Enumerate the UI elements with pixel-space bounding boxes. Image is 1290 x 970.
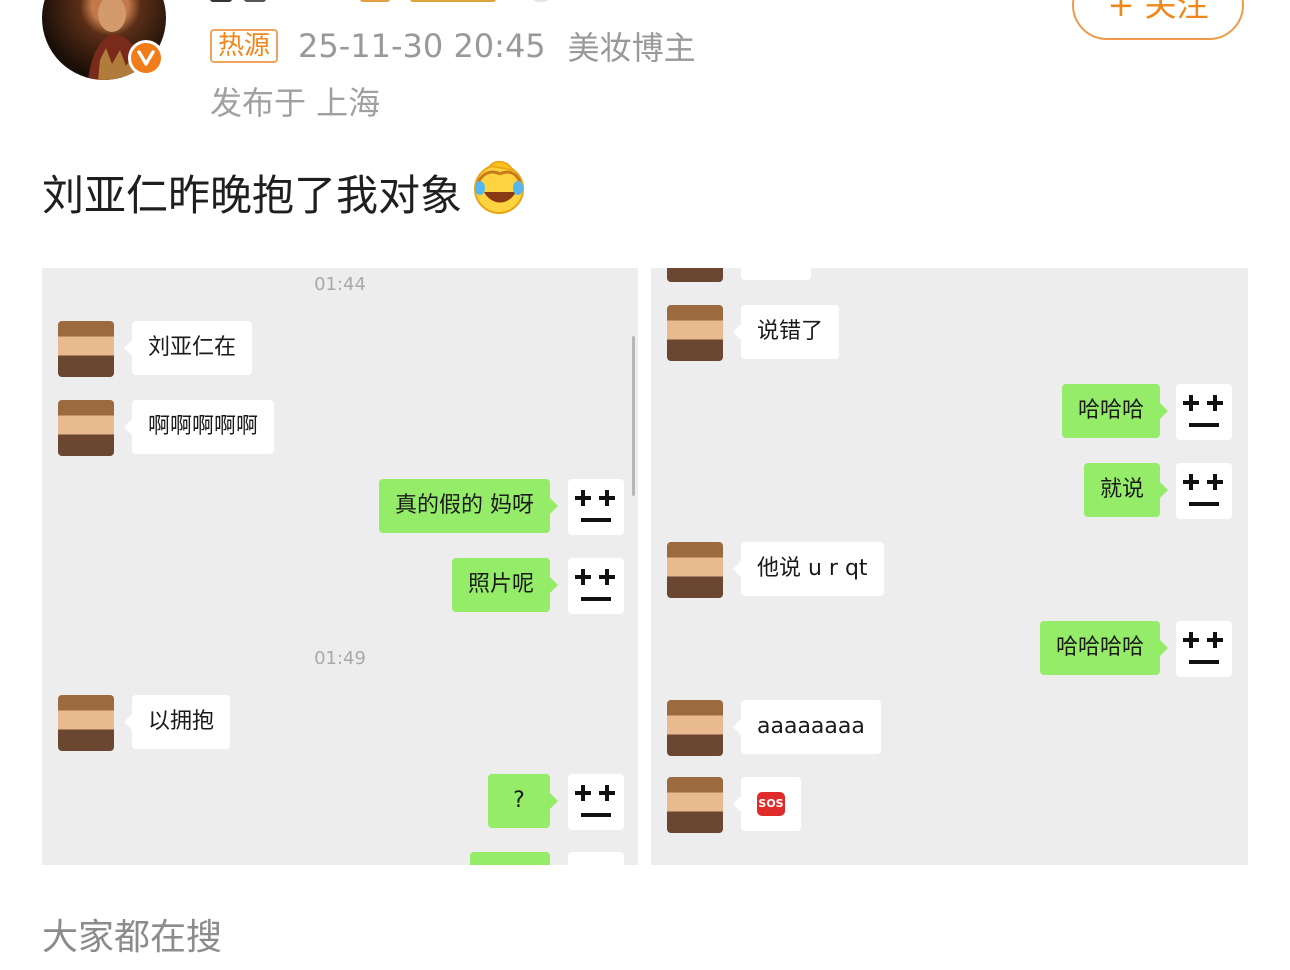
friend-avatar xyxy=(58,695,114,751)
outgoing-message: ? xyxy=(488,774,558,828)
self-avatar-face-icon xyxy=(575,490,615,522)
name-glyph-fragment xyxy=(244,0,266,2)
post-location: 发布于 上海 xyxy=(210,84,381,122)
incoming-message: 以拥抱 xyxy=(123,695,231,749)
follow-button[interactable]: + 关注 xyxy=(1072,0,1244,40)
friend-avatar xyxy=(58,321,114,377)
friend-avatar xyxy=(58,400,114,456)
self-avatar xyxy=(568,852,624,865)
outgoing-message: 真的假的 妈呀 xyxy=(379,479,558,533)
outgoing-message: 就说 xyxy=(1083,463,1169,517)
self-avatar-face-icon xyxy=(1183,632,1223,664)
incoming-message: 说错了 xyxy=(732,305,840,359)
self-avatar xyxy=(568,479,624,535)
friend-avatar xyxy=(667,700,723,756)
chat-screenshot-right[interactable]: 说错了 哈哈哈 就说 他说 u r qt 哈哈哈哈 aaaaaaaa SOS xyxy=(651,268,1248,865)
post-meta: 热源 25-11-30 20:45 美妆博主 xyxy=(210,26,696,67)
outgoing-message: 哈哈哈 xyxy=(1061,384,1169,438)
trending-search-heading: 大家都在搜 xyxy=(42,917,223,958)
chat-screenshot-left[interactable]: 01:44 刘亚仁在 啊啊啊啊啊 真的假的 妈呀 照片呢 01:49 以拥抱 ? xyxy=(42,268,638,865)
post-body: 刘亚仁昨晚抱了我对象 xyxy=(42,160,528,224)
self-avatar xyxy=(1176,621,1232,677)
friend-avatar-cropped xyxy=(667,268,723,282)
incoming-message: 啊啊啊啊啊 xyxy=(123,400,275,454)
name-badge-fragment xyxy=(360,0,390,2)
incoming-message-sos: SOS xyxy=(733,777,801,831)
laughing-emoji-icon xyxy=(470,160,528,224)
incoming-message: 他说 u r qt xyxy=(733,542,884,596)
author-avatar-wrap[interactable] xyxy=(42,0,166,80)
self-avatar xyxy=(568,774,624,830)
sos-icon: SOS xyxy=(757,792,785,816)
outgoing-message: 照片呢 xyxy=(451,558,559,612)
outgoing-message: 哈哈哈哈 xyxy=(1039,621,1169,675)
chat-timestamp: 01:49 xyxy=(314,648,366,669)
name-badge-fragment xyxy=(410,0,496,2)
verified-badge-icon xyxy=(131,43,161,73)
self-avatar-face-icon xyxy=(1183,395,1223,427)
outgoing-message-cropped xyxy=(470,852,550,865)
name-icon-fragment xyxy=(528,0,554,2)
author-role: 美妆博主 xyxy=(567,29,696,67)
hot-source-tag[interactable]: 热源 xyxy=(210,29,279,63)
self-avatar-face-icon xyxy=(575,785,615,817)
friend-avatar xyxy=(667,305,723,361)
name-glyph-fragment xyxy=(210,0,232,2)
verified-badge xyxy=(128,40,164,76)
self-avatar-face-icon xyxy=(575,569,615,601)
friend-avatar xyxy=(667,542,723,598)
post-text: 刘亚仁昨晚抱了我对象 xyxy=(42,170,463,220)
friend-avatar xyxy=(667,777,723,833)
chat-scrollbar[interactable] xyxy=(632,336,635,496)
post-datetime: 25-11-30 20:45 xyxy=(298,27,546,65)
self-avatar-face-icon xyxy=(1183,474,1223,506)
incoming-message-cropped xyxy=(741,268,811,280)
chat-timestamp: 01:44 xyxy=(314,274,366,295)
self-avatar xyxy=(1176,463,1232,519)
incoming-message: 刘亚仁在 xyxy=(123,321,253,375)
incoming-message: aaaaaaaa xyxy=(733,700,881,754)
self-avatar xyxy=(1176,384,1232,440)
self-avatar xyxy=(568,558,624,614)
